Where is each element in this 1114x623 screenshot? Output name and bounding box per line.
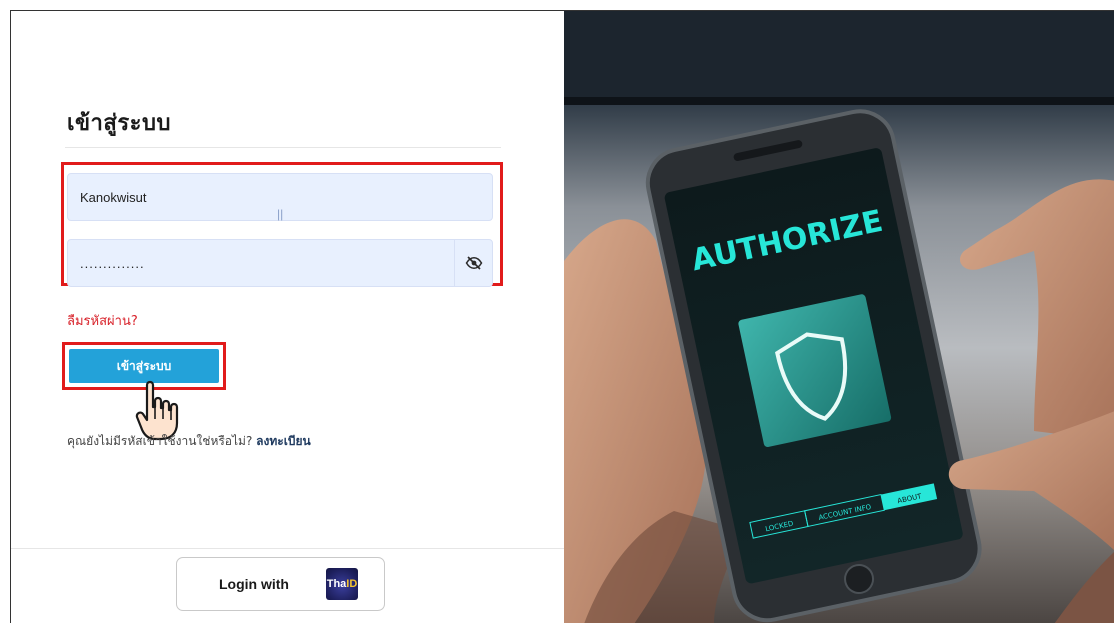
forgot-password-link[interactable]: ลืมรหัสผ่าน?: [67, 310, 138, 331]
register-prompt-text: คุณยังไม่มีรหัสเข้าใช้งานใช่หรือไม่?: [67, 434, 253, 448]
login-with-thaid-button[interactable]: Login with Tha ID: [176, 557, 385, 611]
login-button[interactable]: เข้าสู่ระบบ: [69, 349, 219, 383]
hero-illustration: AUTHORIZE LOCKED ACCOUNT INFO ABOUT: [564, 11, 1114, 623]
thaid-logo: Tha ID: [326, 568, 358, 600]
title-divider: [65, 147, 501, 148]
register-prompt: คุณยังไม่มีรหัสเข้าใช้งานใช่หรือไม่? ลงท…: [67, 432, 311, 451]
shield-tile: [738, 294, 892, 448]
toggle-password-visibility-button[interactable]: [454, 240, 492, 286]
page-frame: เข้าสู่ระบบ || ลืมรหัสผ่าน? เข้าสู่ระบบ …: [10, 10, 1114, 623]
background-monitor: [564, 11, 1114, 101]
eye-slash-icon: [465, 256, 482, 270]
thaid-logo-text: Tha: [326, 578, 347, 590]
hero-image: AUTHORIZE LOCKED ACCOUNT INFO ABOUT: [564, 11, 1114, 623]
password-input[interactable]: [67, 239, 493, 287]
right-hand-fingers: [960, 179, 1114, 441]
page-title: เข้าสู่ระบบ: [67, 111, 171, 136]
text-cursor-icon: ||: [277, 207, 284, 221]
monitor-bezel: [564, 97, 1114, 105]
register-link[interactable]: ลงทะเบียน: [256, 434, 311, 448]
thaid-button-label: Login with: [219, 576, 289, 592]
footer-divider: [11, 548, 564, 549]
login-panel: เข้าสู่ระบบ || ลืมรหัสผ่าน? เข้าสู่ระบบ …: [11, 11, 564, 623]
right-wrist: [1054, 551, 1114, 623]
thaid-logo-id: ID: [346, 578, 358, 590]
